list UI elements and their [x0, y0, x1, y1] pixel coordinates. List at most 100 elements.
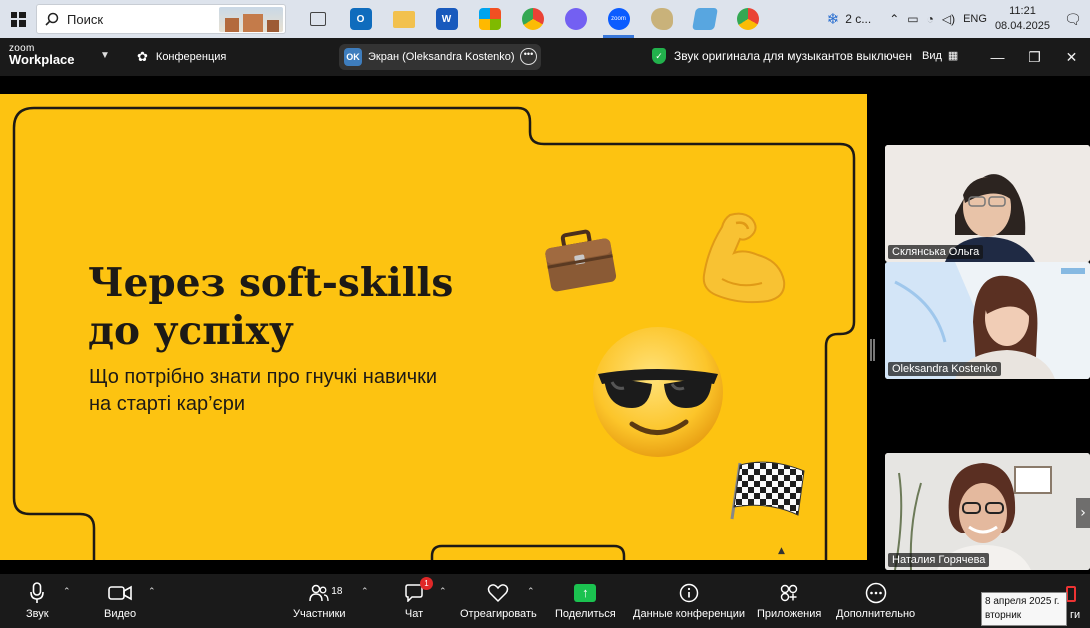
- close-icon[interactable]: ✕: [1053, 49, 1090, 66]
- participant-video-1[interactable]: Склянська Ольга: [885, 145, 1090, 262]
- slide-subtitle: Що потрібно знати про гнучкі навички на …: [89, 364, 529, 418]
- next-page-arrow-icon[interactable]: ›: [1076, 498, 1090, 528]
- windows-logo-icon: [10, 11, 26, 27]
- shared-slide: Через soft-skills до успіху Що потрібно …: [0, 94, 867, 560]
- panel-resize-handle[interactable]: [870, 339, 875, 361]
- view-menu[interactable]: Вид ▦: [922, 49, 959, 63]
- minimize-icon[interactable]: —: [979, 49, 1016, 65]
- meeting-stage: Через soft-skills до успіху Що потрібно …: [0, 76, 1090, 574]
- apps-icon: [779, 580, 799, 606]
- chrome-app[interactable]: [511, 0, 554, 38]
- restore-icon[interactable]: ❐: [1016, 49, 1053, 66]
- react-options-caret-icon[interactable]: ⌃: [527, 586, 535, 597]
- original-sound-label: Звук оригинала для музыкантов выключен: [674, 49, 912, 63]
- mouse-cursor-icon: ▲: [778, 546, 785, 556]
- chrome-icon: [736, 8, 759, 30]
- zoom-logo: zoom Workplace: [9, 43, 75, 67]
- shield-check-icon: ✓: [652, 48, 666, 64]
- more-button[interactable]: Дополнительно: [836, 580, 915, 620]
- screen-share-indicator[interactable]: OK Экран (Oleksandra Kostenko) •••: [339, 44, 541, 70]
- word-app[interactable]: W: [425, 0, 468, 38]
- date-tooltip: 8 апреля 2025 г. вторник: [981, 592, 1067, 626]
- taskbar-search[interactable]: Поиск: [36, 4, 286, 34]
- video-camera-icon: [108, 580, 132, 606]
- chat-button[interactable]: 1 Чат: [404, 577, 433, 620]
- grid-icon: ▦: [947, 50, 959, 62]
- window-controls: — ❐ ✕: [979, 38, 1090, 76]
- chevron-up-icon[interactable]: ⌃: [889, 12, 899, 26]
- snowflake-icon: ❄: [826, 11, 840, 28]
- viber-app[interactable]: [554, 0, 597, 38]
- end-meeting-label-fragment[interactable]: ги: [1070, 609, 1080, 621]
- participants-options-caret-icon[interactable]: ⌃: [361, 586, 369, 597]
- react-button[interactable]: Отреагировать: [460, 580, 537, 620]
- word-icon: W: [435, 8, 458, 30]
- ms-store-app[interactable]: [468, 0, 511, 38]
- chevron-down-icon[interactable]: ▼: [100, 50, 110, 61]
- weather-text: 2 с...: [845, 12, 872, 26]
- slide-subtitle-line-2: на старті кар’єри: [89, 393, 246, 415]
- tooltip-weekday: вторник: [985, 610, 1022, 621]
- video-button[interactable]: Видео: [104, 580, 136, 620]
- participants-label: Участники: [293, 608, 346, 620]
- speaker-icon[interactable]: ◁): [942, 12, 955, 26]
- clock-date: 08.04.2025: [994, 20, 1050, 32]
- slide-subtitle-line-1: Що потрібно знати про гнучкі навички: [89, 366, 438, 388]
- participant-video-2[interactable]: Oleksandra Kostenko: [885, 262, 1090, 379]
- flexed-biceps-icon: [702, 212, 786, 304]
- chat-label: Чат: [404, 608, 424, 620]
- chrome-app-2[interactable]: [726, 0, 769, 38]
- zoom-header: zoom Workplace ▼ ✿ Конференция OK Экран …: [0, 38, 1090, 76]
- info-icon: [679, 580, 699, 606]
- slide-title-line-1: Через soft-skills: [88, 260, 454, 306]
- paint-app[interactable]: [640, 0, 683, 38]
- more-options-icon[interactable]: •••: [520, 48, 537, 65]
- share-label: Поделиться: [555, 608, 616, 620]
- smiling-face-with-sunglasses-icon: [593, 327, 723, 457]
- more-icon: [865, 580, 887, 606]
- audio-label: Звук: [26, 608, 49, 620]
- start-button[interactable]: [0, 0, 36, 38]
- screen-share-label: Экран (Oleksandra Kostenko): [368, 51, 515, 63]
- video-options-caret-icon[interactable]: ⌃: [148, 586, 156, 597]
- checkered-flag-icon: [730, 461, 805, 520]
- share-screen-button[interactable]: ↑ Поделиться: [555, 580, 616, 620]
- react-label: Отреагировать: [460, 608, 537, 620]
- notepad-app[interactable]: [683, 0, 726, 38]
- apps-button[interactable]: Приложения: [757, 580, 821, 620]
- wifi-icon[interactable]: ◔: [927, 12, 934, 26]
- participant-name: Наталия Горячева: [888, 553, 990, 567]
- conference-menu[interactable]: ✿ Конференция: [137, 49, 226, 65]
- meeting-info-button[interactable]: Данные конференции: [633, 580, 745, 620]
- end-meeting-icon[interactable]: [1066, 586, 1076, 602]
- paw-icon: ✿: [137, 49, 148, 64]
- meeting-info-label: Данные конференции: [633, 608, 745, 620]
- notification-icon[interactable]: 🗨: [1064, 11, 1090, 28]
- zoom-logo-bottom: Workplace: [9, 52, 75, 67]
- screen: Поиск O W zoom ❄ 2 с... ⌃ ▭ ◔ ◁) ENG 11:…: [0, 0, 1090, 628]
- audio-button[interactable]: Звук: [26, 580, 49, 620]
- search-highlight-image: [219, 7, 283, 32]
- zoom-app[interactable]: zoom: [597, 0, 640, 38]
- weather-widget[interactable]: ❄ 2 с...: [827, 10, 872, 28]
- chat-options-caret-icon[interactable]: ⌃: [439, 586, 447, 597]
- viber-icon: [564, 8, 587, 30]
- heart-icon: [487, 580, 509, 606]
- participants-button[interactable]: 18 Участники: [293, 580, 346, 620]
- task-view-button[interactable]: [296, 0, 339, 38]
- original-sound-status[interactable]: ✓ Звук оригинала для музыкантов выключен: [652, 48, 912, 64]
- participant-video-3[interactable]: Наталия Горячева: [885, 453, 1090, 570]
- task-view-icon: [309, 12, 326, 26]
- outlook-app[interactable]: O: [339, 0, 382, 38]
- share-screen-icon: ↑: [574, 584, 597, 602]
- slide-title-line-2: до успіху: [88, 308, 294, 354]
- clock[interactable]: 11:21 08.04.2025: [995, 4, 1050, 34]
- audio-options-caret-icon[interactable]: ⌃: [63, 586, 71, 597]
- participant-name: Oleksandra Kostenko: [888, 362, 1002, 376]
- palette-icon: [650, 8, 673, 30]
- meeting-toolbar: Звук ⌃ Видео ⌃ 18 Участники ⌃ 1 Чат ⌃ От…: [0, 574, 1090, 628]
- file-explorer-app[interactable]: [382, 0, 425, 38]
- language-indicator[interactable]: ENG: [963, 13, 987, 25]
- more-label: Дополнительно: [836, 608, 916, 620]
- battery-icon[interactable]: ▭: [907, 12, 918, 26]
